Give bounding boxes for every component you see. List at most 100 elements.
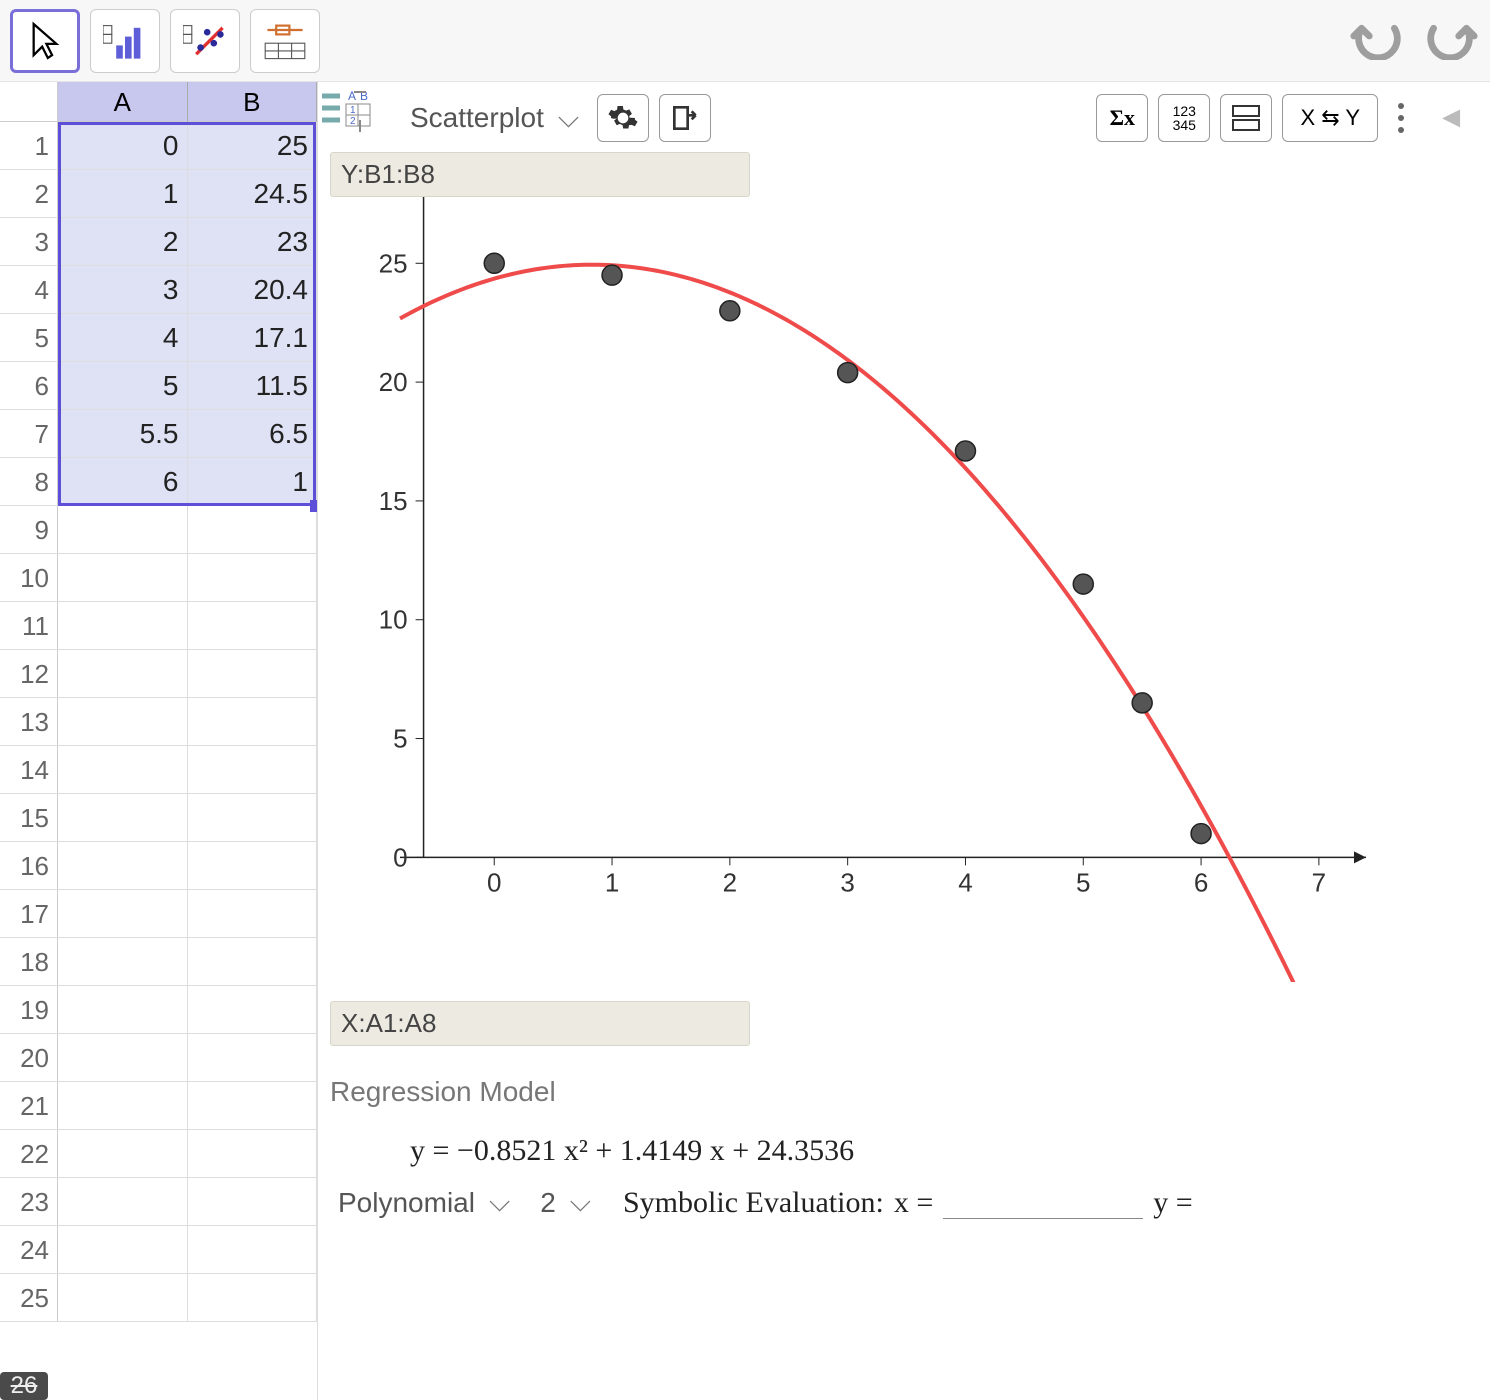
cell[interactable] xyxy=(188,554,318,601)
export-button[interactable] xyxy=(659,94,711,142)
cell[interactable]: 17.1 xyxy=(188,314,318,361)
table-row[interactable]: 21 xyxy=(0,1082,317,1130)
cell[interactable] xyxy=(58,650,188,697)
cell[interactable]: 1 xyxy=(58,170,188,217)
undo-button[interactable] xyxy=(1348,14,1406,67)
collapse-panel-button[interactable]: ◄ xyxy=(1424,95,1478,141)
table-row[interactable]: 3 2 23 xyxy=(0,218,317,266)
cell[interactable] xyxy=(188,602,318,649)
bar-chart-tool[interactable] xyxy=(90,9,160,73)
row-header[interactable]: 14 xyxy=(0,746,58,793)
cell[interactable]: 1 xyxy=(188,458,318,505)
table-row[interactable]: 2 1 24.5 xyxy=(0,170,317,218)
cell[interactable]: 25 xyxy=(188,122,318,169)
row-header[interactable]: 4 xyxy=(0,266,58,313)
scatter-tool[interactable] xyxy=(170,9,240,73)
regression-type-select[interactable]: Polynomial ⌵ xyxy=(330,1182,518,1223)
x-range-chip[interactable]: X:A1:A8 xyxy=(330,1001,750,1046)
row-header[interactable]: 25 xyxy=(0,1274,58,1321)
row-header[interactable]: 11 xyxy=(0,602,58,649)
table-row[interactable]: 16 xyxy=(0,842,317,890)
table-row[interactable]: 13 xyxy=(0,698,317,746)
cell[interactable] xyxy=(58,1274,188,1321)
cell[interactable]: 0 xyxy=(58,122,188,169)
row-header[interactable]: 20 xyxy=(0,1034,58,1081)
row-header[interactable]: 9 xyxy=(0,506,58,553)
cell[interactable] xyxy=(188,1274,318,1321)
row-header[interactable]: 3 xyxy=(0,218,58,265)
cell[interactable] xyxy=(188,842,318,889)
two-var-table-icon[interactable]: AB 1 2 xyxy=(316,86,374,134)
regression-degree-select[interactable]: 2 ⌵ xyxy=(532,1182,599,1223)
row-header[interactable]: 24 xyxy=(0,1226,58,1273)
row-header[interactable]: 22 xyxy=(0,1130,58,1177)
cell[interactable] xyxy=(188,746,318,793)
row-header[interactable]: 19 xyxy=(0,986,58,1033)
cell[interactable] xyxy=(58,1082,188,1129)
cell[interactable]: 20.4 xyxy=(188,266,318,313)
table-row[interactable]: 18 xyxy=(0,938,317,986)
row-header[interactable]: 17 xyxy=(0,890,58,937)
cell[interactable] xyxy=(188,1178,318,1225)
row-header[interactable]: 7 xyxy=(0,410,58,457)
cell[interactable]: 6 xyxy=(58,458,188,505)
cell[interactable]: 4 xyxy=(58,314,188,361)
layout-button[interactable] xyxy=(1220,94,1272,142)
cell[interactable] xyxy=(188,938,318,985)
cell[interactable] xyxy=(188,1226,318,1273)
cell[interactable] xyxy=(188,1034,318,1081)
row-header[interactable]: 1 xyxy=(0,122,58,169)
table-row[interactable]: 8 6 1 xyxy=(0,458,317,506)
column-header-b[interactable]: B xyxy=(188,82,318,122)
table-row[interactable]: 20 xyxy=(0,1034,317,1082)
symbolic-x-input[interactable] xyxy=(943,1189,1143,1219)
cell[interactable] xyxy=(58,842,188,889)
cell[interactable] xyxy=(188,1082,318,1129)
table-row[interactable]: 22 xyxy=(0,1130,317,1178)
cell[interactable] xyxy=(188,506,318,553)
cell[interactable] xyxy=(58,602,188,649)
boxplot-tool[interactable] xyxy=(250,9,320,73)
cell[interactable] xyxy=(58,746,188,793)
table-row[interactable]: 7 5.5 6.5 xyxy=(0,410,317,458)
row-header[interactable]: 8 xyxy=(0,458,58,505)
row-header[interactable]: 6 xyxy=(0,362,58,409)
cell[interactable] xyxy=(58,506,188,553)
cell[interactable] xyxy=(58,1226,188,1273)
show-data-button[interactable]: 123345 xyxy=(1158,94,1210,142)
y-range-chip[interactable]: Y:B1:B8 xyxy=(330,152,750,197)
cell[interactable] xyxy=(58,698,188,745)
row-header[interactable]: 18 xyxy=(0,938,58,985)
table-row[interactable]: 5 4 17.1 xyxy=(0,314,317,362)
table-row[interactable]: 11 xyxy=(0,602,317,650)
more-menu[interactable] xyxy=(1388,93,1414,143)
cell[interactable] xyxy=(188,794,318,841)
plot-type-select[interactable]: Scatterplot ⌵ xyxy=(402,98,587,139)
table-row[interactable]: 17 xyxy=(0,890,317,938)
row-header[interactable]: 5 xyxy=(0,314,58,361)
table-row[interactable]: 10 xyxy=(0,554,317,602)
row-header[interactable]: 12 xyxy=(0,650,58,697)
cell[interactable]: 11.5 xyxy=(188,362,318,409)
settings-button[interactable] xyxy=(597,94,649,142)
table-row[interactable]: 14 xyxy=(0,746,317,794)
redo-button[interactable] xyxy=(1422,14,1480,67)
row-header[interactable]: 13 xyxy=(0,698,58,745)
cell[interactable]: 5.5 xyxy=(58,410,188,457)
cell[interactable] xyxy=(58,938,188,985)
cell[interactable] xyxy=(188,1130,318,1177)
cell[interactable]: 5 xyxy=(58,362,188,409)
cell[interactable] xyxy=(58,986,188,1033)
cell[interactable] xyxy=(188,698,318,745)
table-row[interactable]: 19 xyxy=(0,986,317,1034)
row-header[interactable]: 15 xyxy=(0,794,58,841)
cell[interactable]: 23 xyxy=(188,218,318,265)
cell[interactable] xyxy=(58,890,188,937)
table-row[interactable]: 24 xyxy=(0,1226,317,1274)
table-row[interactable]: 15 xyxy=(0,794,317,842)
table-row[interactable]: 6 5 11.5 xyxy=(0,362,317,410)
scatterplot-chart[interactable]: 012345670510152025 xyxy=(330,152,1386,982)
cell[interactable]: 6.5 xyxy=(188,410,318,457)
table-row[interactable]: 1 0 25 xyxy=(0,122,317,170)
row-header[interactable]: 23 xyxy=(0,1178,58,1225)
